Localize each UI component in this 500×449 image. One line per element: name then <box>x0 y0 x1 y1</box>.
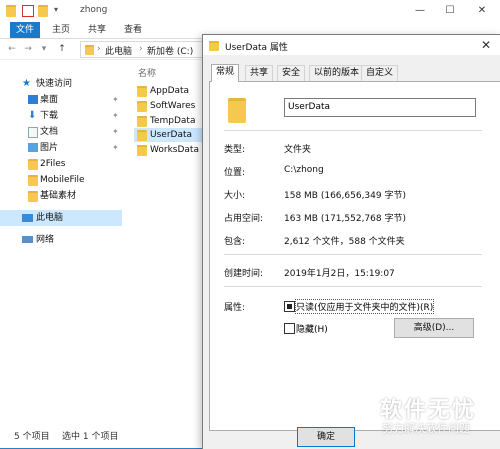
nav-item-basic-assets[interactable]: 基础素材 <box>0 188 122 204</box>
tab-customize[interactable]: 自定义 <box>361 65 399 81</box>
folder-icon <box>137 86 147 97</box>
pin-icon: ✦ <box>112 127 119 136</box>
dialog-title: UserData 属性 <box>225 43 288 53</box>
list-item[interactable]: WorksData <box>134 143 204 157</box>
tab-general[interactable]: 常规 <box>211 64 240 82</box>
breadcrumb-this-pc[interactable]: 此电脑 <box>105 44 132 57</box>
folder-icon <box>137 101 147 112</box>
contains-label: 包含: <box>224 237 246 247</box>
folder-icon <box>228 98 246 123</box>
nav-item-mobilefile[interactable]: MobileFile <box>0 172 122 188</box>
network-icon <box>22 236 33 243</box>
attributes-label: 属性: <box>224 303 246 313</box>
quick-access-dropdown-icon[interactable]: ▾ <box>54 5 64 15</box>
breadcrumb-separator-icon: › <box>139 44 143 54</box>
close-icon[interactable]: ✕ <box>481 38 491 52</box>
hidden-label[interactable]: 隐藏(H) <box>296 322 328 335</box>
folder-icon <box>85 45 94 55</box>
nav-item-2files[interactable]: 2Files <box>0 156 122 172</box>
column-header-name[interactable]: 名称 <box>138 66 156 79</box>
nav-item-downloads[interactable]: ⬇ 下载 ✦ <box>0 108 122 124</box>
folder-icon <box>6 5 16 17</box>
readonly-checkbox[interactable] <box>284 301 295 312</box>
pin-icon: ✦ <box>112 111 119 120</box>
minimize-icon[interactable]: — <box>410 3 430 19</box>
back-arrow-icon[interactable]: ← <box>6 42 18 56</box>
contains-value: 2,612 个文件，588 个文件夹 <box>284 237 405 247</box>
location-value: C:\zhong <box>284 165 324 175</box>
navigation-pane: ★ 快速访问 桌面 ✦ ⬇ 下载 ✦ 文档 ✦ 图片 ✦ 2Files Mobi… <box>0 60 122 426</box>
maximize-icon[interactable]: ☐ <box>440 3 460 19</box>
created-value: 2019年1月2日，15:19:07 <box>284 269 395 279</box>
title-bar: ▾ zhong — ☐ ✕ <box>0 0 500 23</box>
document-icon <box>28 127 38 138</box>
divider <box>224 130 482 131</box>
nav-item-desktop[interactable]: 桌面 ✦ <box>0 92 122 108</box>
properties-dialog: UserData 属性 ✕ 常规 共享 安全 以前的版本 自定义 UserDat… <box>202 34 500 449</box>
folder-icon <box>137 145 147 156</box>
breadcrumb-c-drive[interactable]: 新加卷 (C:) <box>147 44 193 57</box>
dialog-title-bar: UserData 属性 ✕ <box>203 35 500 55</box>
tab-previous-versions[interactable]: 以前的版本 <box>309 65 365 81</box>
hidden-checkbox[interactable] <box>284 323 295 334</box>
folder-icon <box>28 175 38 186</box>
pictures-icon <box>28 143 38 152</box>
up-arrow-icon[interactable]: ↑ <box>56 42 68 56</box>
type-value: 文件夹 <box>284 145 312 155</box>
general-tab-panel: UserData 类型: 文件夹 位置: C:\zhong 大小: 158 MB… <box>209 81 500 431</box>
size-on-disk-value: 163 MB (171,552,768 字节) <box>284 214 406 224</box>
list-item[interactable]: TempData <box>134 114 204 128</box>
recent-chevron-icon[interactable]: ▾ <box>38 42 50 56</box>
ribbon-tab-home[interactable]: 主页 <box>46 22 76 38</box>
folder-name-field[interactable]: UserData <box>284 98 476 117</box>
divider <box>224 254 482 255</box>
tab-sharing[interactable]: 共享 <box>245 65 274 81</box>
tab-security[interactable]: 安全 <box>277 65 306 81</box>
size-label: 大小: <box>224 191 246 201</box>
nav-item-network[interactable]: 网络 <box>0 232 122 248</box>
new-folder-quick-icon[interactable] <box>38 5 48 17</box>
desktop-icon <box>28 95 38 104</box>
folder-icon <box>137 116 147 127</box>
ribbon-tab-file[interactable]: 文件 <box>10 22 41 38</box>
list-item[interactable]: AppData <box>134 84 204 98</box>
size-value: 158 MB (166,656,349 字节) <box>284 191 406 201</box>
location-label: 位置: <box>224 168 246 178</box>
readonly-label[interactable]: 只读(仅应用于文件夹中的文件)(R) <box>294 299 435 314</box>
watermark-subtitle: 努力解决软件问题 <box>382 422 470 435</box>
nav-item-this-pc[interactable]: 此电脑 <box>0 210 122 226</box>
folder-icon <box>28 191 38 202</box>
created-label: 创建时间: <box>224 269 264 279</box>
folder-icon <box>28 159 38 170</box>
computer-icon <box>22 214 33 222</box>
nav-item-pictures[interactable]: 图片 ✦ <box>0 140 122 156</box>
properties-quick-icon[interactable] <box>22 5 34 17</box>
status-bar: 5 个项目 选中 1 个项目 <box>0 426 200 448</box>
item-count: 5 个项目 <box>14 432 50 442</box>
size-on-disk-label: 占用空间: <box>224 214 264 224</box>
address-bar[interactable]: › 此电脑 › 新加卷 (C:) <box>80 41 210 58</box>
ribbon-tab-view[interactable]: 查看 <box>118 22 148 38</box>
nav-item-documents[interactable]: 文档 ✦ <box>0 124 122 140</box>
nav-item-quick-access[interactable]: ★ 快速访问 <box>0 76 122 92</box>
folder-icon <box>137 130 147 141</box>
ok-button[interactable]: 确定 <box>297 427 355 447</box>
advanced-button[interactable]: 高级(D)... <box>394 318 474 338</box>
star-icon: ★ <box>22 78 31 89</box>
list-item-selected[interactable]: UserData <box>134 128 204 142</box>
window-title: zhong <box>80 5 108 15</box>
forward-arrow-icon[interactable]: → <box>22 42 34 56</box>
list-item[interactable]: SoftWares <box>134 99 204 113</box>
ribbon-tab-share[interactable]: 共享 <box>82 22 112 38</box>
pin-icon: ✦ <box>112 95 119 104</box>
pin-icon: ✦ <box>112 143 119 152</box>
divider <box>224 286 482 287</box>
dialog-tabs: 常规 共享 安全 以前的版本 自定义 <box>209 64 500 82</box>
folder-icon <box>209 41 219 51</box>
selection-count: 选中 1 个项目 <box>62 432 119 442</box>
type-label: 类型: <box>224 145 246 155</box>
breadcrumb-separator-icon: › <box>97 44 101 54</box>
download-icon: ⬇ <box>28 110 37 121</box>
close-icon[interactable]: ✕ <box>472 3 492 19</box>
